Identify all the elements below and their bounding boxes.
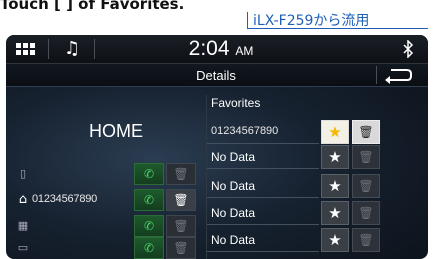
row-divider <box>207 143 319 144</box>
trash-icon: 🗑 <box>358 233 374 247</box>
favorite-label: No Data <box>211 233 256 247</box>
instruction-heading: Touch [ ] of Favorites. <box>0 0 185 13</box>
favorite-star-button[interactable]: ★ <box>321 201 349 225</box>
row-divider <box>207 197 319 198</box>
page-title: Details <box>196 68 236 83</box>
star-icon: ★ <box>328 204 342 222</box>
favorite-label: 01234567890 <box>211 125 279 137</box>
status-divider <box>94 39 95 59</box>
callout-leader <box>247 12 248 29</box>
phone-number: 01234567890 <box>32 193 98 205</box>
device-screen: ♫ 2:04 AM Details HOME ▯ ✆ 🗑 ⌂ 012345678… <box>6 35 428 259</box>
delete-favorite-button[interactable]: 🗑 <box>352 201 380 225</box>
music-note-icon[interactable]: ♫ <box>64 39 80 59</box>
status-divider <box>48 39 49 59</box>
call-button[interactable]: ✆ <box>134 215 164 237</box>
call-button[interactable]: ✆ <box>134 237 164 259</box>
call-button[interactable]: ✆ <box>134 163 164 185</box>
back-arrow-icon <box>385 69 412 84</box>
delete-button[interactable]: 🗑 <box>166 215 196 237</box>
bluetooth-icon <box>403 40 414 58</box>
other-phone-icon: ▭ <box>17 241 29 254</box>
delete-button[interactable]: 🗑 <box>166 237 196 259</box>
call-button[interactable]: ✆ <box>134 189 164 211</box>
trash-icon: 🗑 <box>358 179 374 193</box>
title-bar: Details <box>6 63 428 87</box>
favorite-star-button[interactable]: ★ <box>321 228 349 252</box>
star-icon: ★ <box>328 177 342 195</box>
menu-grid-icon[interactable] <box>16 41 38 57</box>
trash-icon: 🗑 <box>358 150 374 164</box>
favorite-star-button[interactable]: ★ <box>321 120 349 144</box>
clock: 2:04 AM <box>188 37 254 60</box>
trash-icon: 🗑 <box>358 125 374 139</box>
row-divider <box>207 251 319 252</box>
home-icon: ⌂ <box>18 192 28 207</box>
delete-button[interactable]: 🗑 <box>166 189 196 211</box>
delete-favorite-button[interactable]: 🗑 <box>352 228 380 252</box>
favorite-label: No Data <box>211 179 256 193</box>
back-button[interactable] <box>376 66 418 84</box>
contact-name: HOME <box>89 121 143 141</box>
row-divider <box>207 168 319 169</box>
callout-note: iLX-F259から流用 <box>253 13 370 29</box>
favorite-label: No Data <box>211 206 256 220</box>
office-building-icon: ▦ <box>17 219 29 232</box>
star-icon: ★ <box>328 231 342 249</box>
trash-icon: 🗑 <box>358 206 374 220</box>
favorites-title: Favorites <box>211 96 261 110</box>
favorite-star-button[interactable]: ★ <box>321 174 349 198</box>
row-divider <box>207 224 319 225</box>
delete-favorite-button[interactable]: 🗑 <box>352 120 380 144</box>
delete-favorite-button[interactable]: 🗑 <box>352 174 380 198</box>
favorite-star-button[interactable]: ★ <box>321 145 349 169</box>
star-icon: ★ <box>328 148 342 166</box>
star-icon: ★ <box>328 123 342 141</box>
delete-favorite-button[interactable]: 🗑 <box>352 145 380 169</box>
delete-button[interactable]: 🗑 <box>166 163 196 185</box>
favorite-label: No Data <box>211 150 256 164</box>
mobile-phone-icon: ▯ <box>19 167 27 180</box>
status-bar: ♫ 2:04 AM <box>6 35 428 63</box>
callout-underline <box>247 28 428 29</box>
